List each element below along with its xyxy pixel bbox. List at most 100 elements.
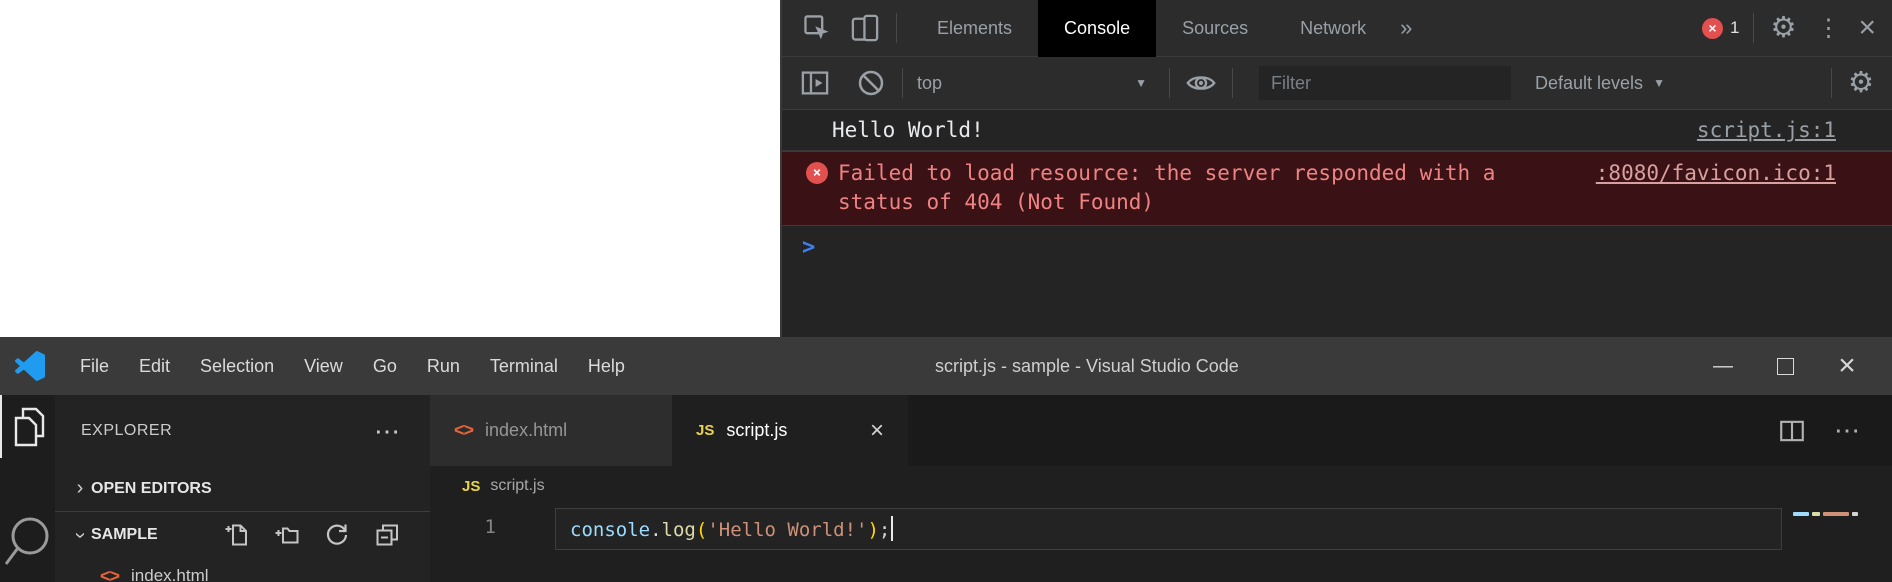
open-editors-section[interactable]: › OPEN EDITORS [55, 466, 430, 512]
js-file-icon: JS [696, 422, 714, 439]
editor: JS script.js 1 console.log('Hello World!… [430, 466, 1892, 582]
explorer-activity-icon[interactable] [0, 395, 55, 458]
text-cursor [891, 516, 893, 541]
divider [1169, 68, 1170, 98]
menu-terminal[interactable]: Terminal [475, 337, 573, 395]
devtools-tab-console[interactable]: Console [1038, 0, 1156, 57]
devtools-tab-network[interactable]: Network [1274, 0, 1392, 57]
console-prompt[interactable]: > [782, 226, 1892, 268]
explorer-sidebar: EXPLORER ⋯ › OPEN EDITORS › SAMPLE [55, 395, 430, 582]
browser-page[interactable] [0, 0, 780, 337]
error-icon: × [1702, 18, 1723, 39]
close-button[interactable]: × [1816, 337, 1878, 395]
editor-more-icon[interactable]: ⋯ [1834, 415, 1860, 446]
new-folder-icon[interactable] [274, 522, 300, 548]
console-error-row[interactable]: × Failed to load resource: the server re… [782, 151, 1892, 226]
activity-bar [0, 395, 55, 582]
clear-console-icon[interactable] [854, 66, 888, 100]
console-sidebar-icon[interactable] [798, 66, 832, 100]
error-count-badge[interactable]: × 1 [1702, 18, 1739, 39]
menu-run[interactable]: Run [412, 337, 475, 395]
code-token: 'Hello World!' [707, 519, 867, 541]
devtools-tabbar-right: × 1 ⚙ ⋮ × [1702, 13, 1892, 43]
open-editors-label: OPEN EDITORS [91, 480, 212, 498]
divider [896, 13, 897, 43]
divider [1831, 68, 1832, 98]
menu-go[interactable]: Go [358, 337, 412, 395]
sidebar-title: EXPLORER [81, 422, 172, 440]
console-settings-icon[interactable]: ⚙ [1848, 69, 1874, 98]
menu-view[interactable]: View [289, 337, 358, 395]
context-selector-value: top [917, 73, 942, 94]
tab-label: script.js [726, 420, 787, 441]
folder-name-label: SAMPLE [91, 526, 158, 544]
console-log-text: Hello World! [832, 118, 984, 142]
maximize-button[interactable] [1754, 337, 1816, 395]
code-line-tokens[interactable]: console.log('Hello World!'); [570, 516, 893, 541]
folder-section-sample[interactable]: › SAMPLE [55, 512, 430, 558]
split-editor-icon[interactable] [1778, 417, 1806, 445]
console-log-source-link[interactable]: script.js:1 [1697, 118, 1836, 142]
live-expression-eye-icon[interactable] [1184, 66, 1218, 100]
tab-index-html[interactable]: <> index.html [430, 395, 672, 466]
minimap[interactable] [1793, 512, 1858, 516]
minimap-mark [1852, 512, 1858, 516]
divider [1753, 13, 1754, 43]
sidebar-header: EXPLORER ⋯ [55, 395, 430, 466]
menu-help[interactable]: Help [573, 337, 640, 395]
html-file-icon: <> [100, 566, 119, 582]
code-token: . [650, 519, 661, 541]
console-toolbar: top ▼ Default levels ▼ [782, 57, 1892, 110]
code-token: log [662, 519, 696, 541]
divider [902, 68, 903, 98]
window-controls: — × [1692, 337, 1892, 395]
error-count: 1 [1730, 18, 1739, 38]
console-messages: Hello World! script.js:1 × Failed to loa… [782, 110, 1892, 268]
refresh-icon[interactable] [324, 522, 350, 548]
html-file-icon: <> [454, 420, 473, 441]
collapse-all-icon[interactable] [374, 522, 400, 548]
console-log-row[interactable]: Hello World! script.js:1 [782, 110, 1892, 151]
console-error-text: Failed to load resource: the server resp… [838, 159, 1538, 217]
menu-selection[interactable]: Selection [185, 337, 289, 395]
chevron-down-icon: › [69, 524, 92, 546]
console-prompt-chevron: > [802, 235, 815, 260]
vscode-logo-icon [15, 351, 45, 381]
log-levels-dropdown[interactable]: Default levels ▼ [1535, 73, 1665, 94]
minimize-button[interactable]: — [1692, 337, 1754, 395]
maximize-icon [1777, 358, 1794, 375]
context-selector[interactable]: top ▼ [917, 73, 1155, 94]
file-item-index-html[interactable]: <> index.html [55, 558, 430, 582]
minimap-mark [1793, 512, 1809, 516]
devtools-settings-icon[interactable]: ⚙ [1770, 14, 1796, 43]
more-tabs-icon[interactable]: » [1400, 15, 1412, 41]
console-filter-input[interactable] [1259, 66, 1511, 100]
console-error-source-link[interactable]: :8080/favicon.ico:1 [1596, 159, 1836, 188]
device-toolbar-icon[interactable] [848, 11, 882, 45]
menu-edit[interactable]: Edit [124, 337, 185, 395]
log-levels-label: Default levels [1535, 73, 1643, 94]
code-token: ( [696, 519, 707, 541]
menu-file[interactable]: File [65, 337, 124, 395]
devtools-tab-elements[interactable]: Elements [911, 0, 1038, 57]
tab-script-js[interactable]: JS script.js × [672, 395, 908, 466]
new-file-icon[interactable] [224, 522, 250, 548]
vscode-titlebar: File Edit Selection View Go Run Terminal… [0, 337, 1892, 395]
search-activity-icon[interactable] [0, 512, 55, 582]
devtools-close-icon[interactable]: × [1858, 13, 1876, 43]
inspect-element-icon[interactable] [800, 11, 834, 45]
editor-group: <> index.html JS script.js × [430, 395, 1892, 582]
tab-close-icon[interactable]: × [870, 419, 884, 443]
vscode-main: EXPLORER ⋯ › OPEN EDITORS › SAMPLE [0, 395, 1892, 582]
chevron-right-icon: › [69, 477, 91, 500]
devtools-tab-sources[interactable]: Sources [1156, 0, 1274, 57]
line-number: 1 [430, 516, 496, 538]
chevron-down-icon: ▼ [1653, 76, 1665, 90]
devtools-menu-icon[interactable]: ⋮ [1816, 14, 1840, 43]
js-file-icon: JS [462, 478, 480, 495]
editor-tabs: <> index.html JS script.js × [430, 395, 1892, 466]
file-item-label: index.html [131, 566, 208, 582]
chevron-down-icon: ▼ [1135, 76, 1147, 90]
breadcrumb[interactable]: JS script.js [430, 466, 1892, 506]
code-area[interactable]: 1 console.log('Hello World!'); [430, 506, 1892, 582]
